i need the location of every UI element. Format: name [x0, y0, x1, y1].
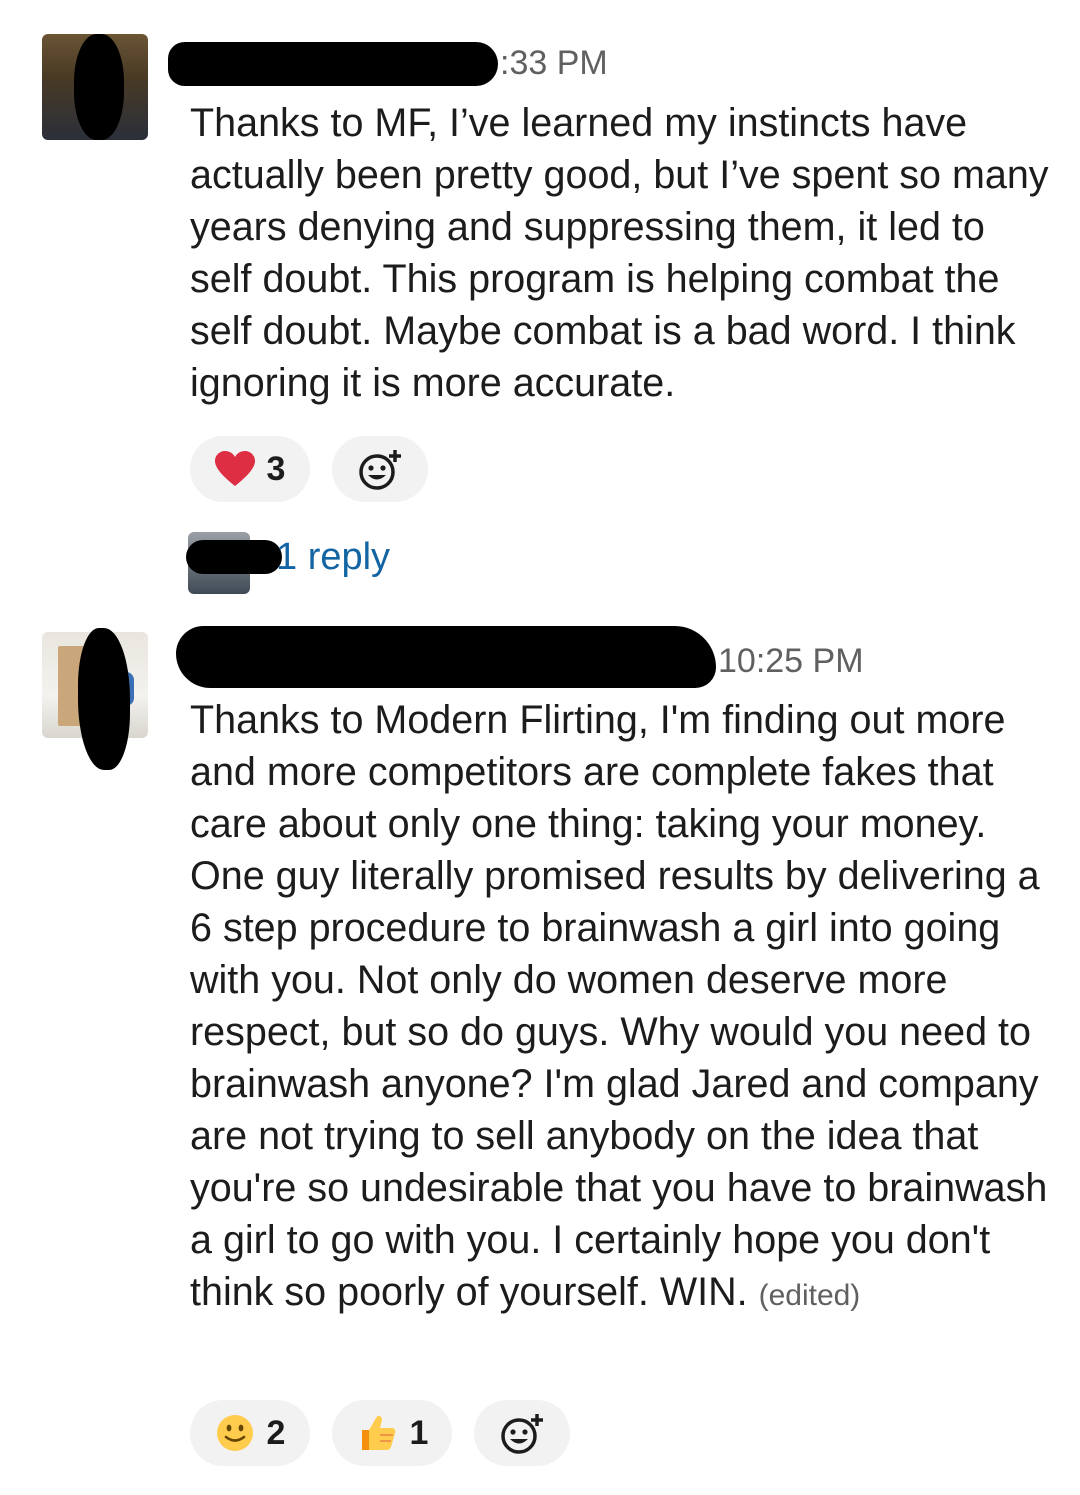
redaction-mark: [74, 34, 124, 140]
reaction-count: 3: [266, 449, 286, 488]
add-reaction-button[interactable]: [474, 1400, 570, 1466]
redacted-username: [168, 42, 498, 86]
timestamp[interactable]: 10:25 PM: [718, 642, 864, 681]
reply-count-link[interactable]: 1 reply: [276, 536, 390, 579]
add-reaction-button[interactable]: [332, 436, 428, 502]
thumbs-up-icon: [361, 1415, 395, 1450]
message-text: Thanks to MF, I’ve learned my instincts …: [190, 101, 1049, 405]
reaction-heart[interactable]: 3: [190, 436, 310, 502]
redacted-username: [176, 626, 716, 688]
timestamp[interactable]: :33 PM: [500, 44, 608, 83]
reaction-thumbs-up[interactable]: 1: [332, 1400, 452, 1466]
heart-icon: [214, 451, 255, 486]
redacted-reply-name: [186, 540, 282, 574]
reaction-smile[interactable]: 2: [190, 1400, 310, 1466]
add-reaction-icon: [359, 450, 401, 490]
slightly-smiling-face-icon: [216, 1415, 253, 1451]
reaction-count: 1: [409, 1413, 429, 1452]
add-reaction-icon: [501, 1414, 543, 1454]
edited-label: (edited): [758, 1279, 861, 1312]
avatar[interactable]: [42, 34, 148, 140]
redaction-mark: [78, 628, 130, 770]
message-text: Thanks to Modern Flirting, I'm finding o…: [190, 694, 1050, 1322]
message-body: Thanks to Modern Flirting, I'm finding o…: [190, 698, 1048, 1314]
reaction-count: 2: [266, 1413, 286, 1452]
